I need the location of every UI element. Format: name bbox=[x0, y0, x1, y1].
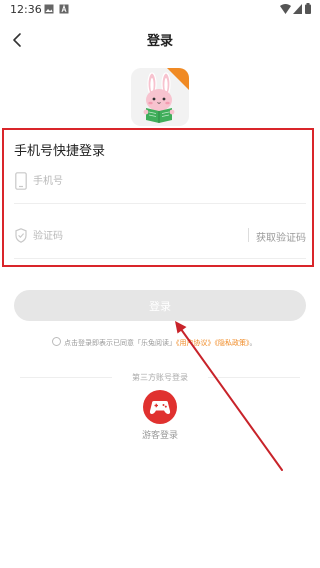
battery-icon bbox=[305, 3, 311, 14]
guest-login-button[interactable] bbox=[143, 390, 177, 424]
wifi-icon bbox=[280, 4, 291, 14]
signal-icon bbox=[293, 4, 302, 14]
page-title: 登录 bbox=[146, 34, 173, 49]
guest-login-label: 游客登录 bbox=[141, 431, 178, 441]
app-logo bbox=[131, 68, 189, 126]
get-code-button[interactable]: 获取验证码 bbox=[256, 229, 306, 244]
form-title: 手机号快捷登录 bbox=[14, 144, 106, 159]
phone-icon bbox=[15, 172, 27, 190]
user-agreement-link[interactable]: 《用户协议》 bbox=[176, 339, 215, 347]
third-party-label: 第三方账号登录 bbox=[132, 373, 188, 382]
verification-code-input[interactable] bbox=[33, 229, 233, 243]
status-time: 12:36 bbox=[10, 3, 42, 16]
agreement-checkbox[interactable] bbox=[52, 337, 61, 346]
agreement-row: 点击登录即表示已同意「乐兔阅读」《用户协议》《隐私政策》。 bbox=[52, 337, 312, 348]
gamepad-icon bbox=[149, 401, 171, 414]
phone-number-input[interactable] bbox=[33, 174, 233, 188]
shield-icon bbox=[15, 228, 27, 243]
code-divider bbox=[14, 258, 306, 259]
agreement-text: 点击登录即表示已同意「乐兔阅读」 bbox=[64, 339, 176, 347]
phone-divider bbox=[14, 203, 306, 204]
code-separator bbox=[248, 228, 249, 242]
privacy-policy-link[interactable]: 《隐私政策》 bbox=[215, 339, 250, 347]
agreement-suffix: 。 bbox=[249, 339, 257, 347]
image-notification-icon bbox=[44, 4, 54, 14]
app-notification-icon bbox=[59, 4, 69, 14]
status-bar: 12:36 bbox=[0, 0, 320, 20]
header-bar: 登录 bbox=[0, 20, 320, 60]
login-button[interactable]: 登录 bbox=[14, 290, 306, 321]
